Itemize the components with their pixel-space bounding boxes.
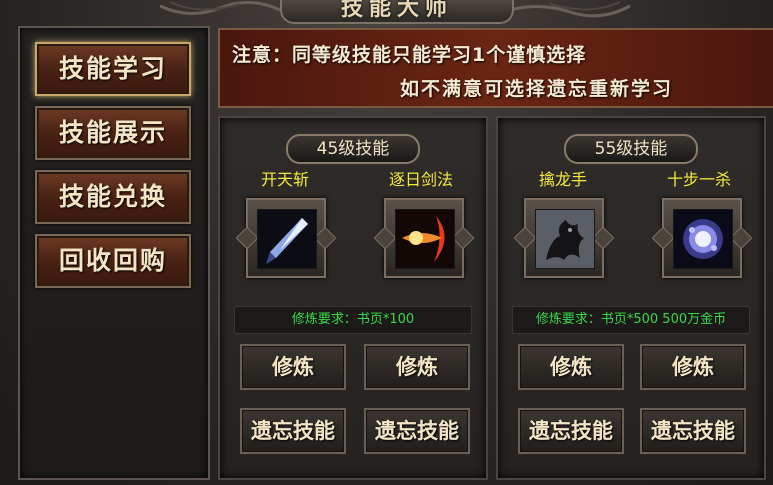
frame-ornament — [729, 226, 753, 250]
title-ornament-left — [160, 1, 280, 15]
skill-name: 十步一杀 — [666, 170, 731, 189]
forget-skill-button[interactable]: 遗忘技能 — [240, 408, 346, 454]
fire-slash-icon — [395, 209, 455, 269]
skill-slot[interactable] — [513, 198, 615, 278]
skill-name: 逐日剑法 — [388, 170, 453, 189]
title-bar: 技能大师 — [280, 0, 514, 24]
sidebar-item-skill-learn[interactable]: 技能学习 — [35, 42, 191, 96]
frame-ornament — [651, 226, 675, 250]
notice-line-2: 如不满意可选择遗忘重新学习 — [400, 78, 674, 100]
frame-ornament — [451, 226, 475, 250]
skill-slot[interactable] — [373, 198, 475, 278]
skill-panel-55: 55级技能 擒龙手 十步一杀 修炼要求：书页*500 500万金币 修炼 修炼 … — [496, 116, 766, 480]
train-button[interactable]: 修炼 — [640, 344, 746, 390]
sidebar-item-recycle-buyback[interactable]: 回收回购 — [35, 234, 191, 288]
train-button[interactable]: 修炼 — [364, 344, 470, 390]
spirit-orb-icon — [673, 209, 733, 269]
frame-ornament — [513, 226, 537, 250]
skill-name: 擒龙手 — [538, 170, 587, 189]
requirement-text: 修炼要求：书页*100 — [234, 306, 472, 334]
skill-master-window: 技能大师 技能学习 技能展示 技能兑换 回收回购 注意：同等级技能只能学习1个谨… — [0, 0, 773, 485]
sidebar: 技能学习 技能展示 技能兑换 回收回购 — [18, 26, 210, 480]
forget-skill-button[interactable]: 遗忘技能 — [364, 408, 470, 454]
notice-line-1: 注意：同等级技能只能学习1个谨慎选择 — [232, 44, 587, 66]
window-title: 技能大师 — [340, 0, 453, 21]
skill-panel-45: 45级技能 开天斩 逐日剑法 修炼要求：书页*100 修炼 修炼 遗忘技能 遗忘… — [218, 116, 488, 480]
sword-slash-icon — [257, 209, 317, 269]
dragon-grab-icon — [535, 209, 595, 269]
train-button[interactable]: 修炼 — [518, 344, 624, 390]
sidebar-item-skill-exchange[interactable]: 技能兑换 — [35, 170, 191, 224]
sidebar-item-skill-display[interactable]: 技能展示 — [35, 106, 191, 160]
forget-skill-button[interactable]: 遗忘技能 — [518, 408, 624, 454]
forget-skill-button[interactable]: 遗忘技能 — [640, 408, 746, 454]
level-badge: 45级技能 — [286, 134, 420, 164]
skill-slot[interactable] — [651, 198, 753, 278]
frame-ornament — [235, 226, 259, 250]
title-ornament-right — [510, 1, 630, 18]
requirement-text: 修炼要求：书页*500 500万金币 — [512, 306, 750, 334]
skill-name: 开天斩 — [260, 170, 309, 189]
frame-ornament — [313, 226, 337, 250]
train-button[interactable]: 修炼 — [240, 344, 346, 390]
frame-ornament — [591, 226, 615, 250]
frame-ornament — [373, 226, 397, 250]
notice-banner: 注意：同等级技能只能学习1个谨慎选择 如不满意可选择遗忘重新学习 — [218, 28, 773, 108]
skill-slot[interactable] — [235, 198, 337, 278]
level-badge: 55级技能 — [564, 134, 698, 164]
